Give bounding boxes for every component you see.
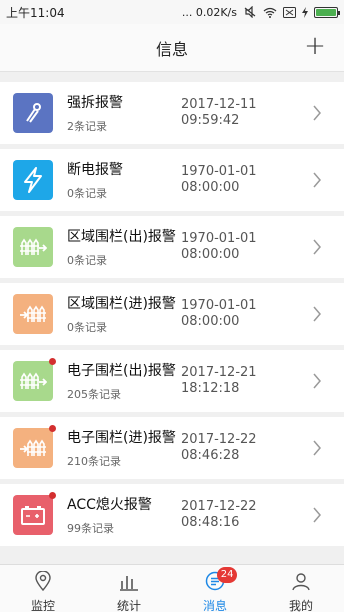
add-button[interactable]: +	[300, 32, 330, 62]
alert-clock: 09:59:42	[181, 113, 240, 128]
alert-time: 2017-12-11 09:59:42	[181, 97, 301, 129]
alert-date: 2017-12-21	[181, 365, 257, 380]
tab-2[interactable]: 消息 24	[172, 565, 258, 612]
alert-texts: 断电报警 0条记录	[67, 159, 179, 201]
alert-icon-wrap	[13, 425, 56, 468]
alert-icon-wrap	[13, 294, 53, 334]
alert-count: 0条记录	[67, 254, 107, 267]
page-title: 信息	[155, 39, 188, 59]
alert-count: 0条记录	[67, 187, 107, 200]
tab-label: 消息	[202, 599, 227, 612]
alert-icon-wrap	[13, 358, 56, 401]
alert-name: 断电报警	[67, 162, 123, 178]
alert-date: 2017-12-22	[181, 499, 257, 514]
pliers-icon	[13, 93, 53, 133]
alert-texts: ACC熄火报警 99条记录	[67, 494, 179, 536]
alert-item[interactable]: 区域围栏(出)报警 0条记录 1970-01-01 08:00:00	[0, 216, 344, 278]
alert-count: 99条记录	[67, 522, 114, 535]
unread-badge: 24	[216, 567, 238, 583]
alert-date: 2017-12-22	[181, 432, 257, 447]
fence-out-icon	[13, 227, 53, 267]
mute-icon	[244, 6, 256, 18]
charging-icon	[302, 6, 308, 18]
alert-list: 强拆报警 2条记录 2017-12-11 09:59:42 断电报警 0条记录 …	[0, 82, 344, 551]
alert-item[interactable]: 电子围栏(出)报警 205条记录 2017-12-21 18:12:18	[0, 350, 344, 412]
location-pin-icon	[34, 570, 52, 595]
tab-bar: 监控 统计 消息 24 我的	[0, 564, 344, 612]
alert-icon-wrap	[13, 160, 53, 200]
alert-time: 2017-12-21 18:12:18	[181, 365, 301, 397]
alert-time: 1970-01-01 08:00:00	[181, 231, 301, 263]
tab-label: 统计	[116, 599, 141, 612]
fence-in-icon	[13, 294, 53, 334]
lightning-icon	[13, 160, 53, 200]
status-icons: ... 0.02K/s	[181, 5, 340, 19]
tab-label: 监控	[30, 599, 55, 612]
unread-dot	[49, 492, 56, 499]
alert-name: 电子围栏(出)报警	[67, 363, 176, 379]
alert-icon-wrap	[13, 492, 56, 535]
unread-dot	[49, 358, 56, 365]
alert-time: 2017-12-22 08:46:28	[181, 432, 301, 464]
fence-out-icon	[13, 361, 53, 401]
tab-1[interactable]: 统计	[86, 565, 172, 612]
alert-date: 2017-12-11	[181, 97, 257, 112]
alert-name: 电子围栏(进)报警	[67, 430, 176, 446]
unread-dot	[49, 425, 56, 432]
bar-chart-icon	[119, 571, 139, 595]
alert-texts: 区域围栏(进)报警 0条记录	[67, 293, 179, 335]
battery-icon	[314, 6, 340, 18]
alert-name: 区域围栏(进)报警	[67, 296, 176, 312]
wifi-icon	[263, 7, 277, 18]
battery-icon	[13, 495, 53, 535]
alert-icon-wrap	[13, 93, 53, 133]
alert-texts: 强拆报警 2条记录	[67, 92, 179, 134]
alert-item[interactable]: 强拆报警 2条记录 2017-12-11 09:59:42	[0, 82, 344, 144]
chevron-right-icon	[313, 105, 321, 121]
alert-date: 1970-01-01	[181, 231, 257, 246]
fence-in-icon	[13, 428, 53, 468]
alert-icon-wrap	[13, 227, 53, 267]
chevron-right-icon	[313, 373, 321, 389]
chevron-right-icon	[313, 239, 321, 255]
alert-name: 区域围栏(出)报警	[67, 229, 176, 245]
alert-time: 1970-01-01 08:00:00	[181, 164, 301, 196]
network-speed: ... 0.02K/s	[181, 5, 237, 19]
alert-name: ACC熄火报警	[67, 497, 152, 513]
alert-clock: 18:12:18	[181, 381, 240, 396]
tab-label: 我的	[288, 599, 313, 612]
app-header: 信息 +	[0, 24, 344, 72]
alert-clock: 08:48:16	[181, 515, 240, 530]
alert-item[interactable]: 区域围栏(进)报警 0条记录 1970-01-01 08:00:00	[0, 283, 344, 345]
alert-count: 2条记录	[67, 120, 107, 133]
alert-clock: 08:00:00	[181, 180, 240, 195]
status-bar: 上午11:04 ... 0.02K/s	[0, 0, 344, 24]
chevron-right-icon	[313, 306, 321, 322]
alert-name: 强拆报警	[67, 95, 123, 111]
alert-texts: 电子围栏(出)报警 205条记录	[67, 360, 179, 402]
alert-clock: 08:00:00	[181, 247, 240, 262]
status-time: 上午11:04	[6, 5, 65, 20]
alert-texts: 电子围栏(进)报警 210条记录	[67, 427, 179, 469]
alert-item[interactable]: 电子围栏(进)报警 210条记录 2017-12-22 08:46:28	[0, 417, 344, 479]
tab-0[interactable]: 监控	[0, 565, 86, 612]
tab-3[interactable]: 我的	[258, 565, 344, 612]
alert-item[interactable]: ACC熄火报警 99条记录 2017-12-22 08:48:16	[0, 484, 344, 546]
alert-time: 1970-01-01 08:00:00	[181, 298, 301, 330]
alert-item[interactable]: 断电报警 0条记录 1970-01-01 08:00:00	[0, 149, 344, 211]
alert-date: 1970-01-01	[181, 164, 257, 179]
alert-clock: 08:00:00	[181, 314, 240, 329]
alert-texts: 区域围栏(出)报警 0条记录	[67, 226, 179, 268]
alert-time: 2017-12-22 08:48:16	[181, 499, 301, 531]
alert-count: 205条记录	[67, 388, 121, 401]
alert-date: 1970-01-01	[181, 298, 257, 313]
alert-clock: 08:46:28	[181, 448, 240, 463]
chevron-right-icon	[313, 440, 321, 456]
chevron-right-icon	[313, 507, 321, 523]
chevron-right-icon	[313, 172, 321, 188]
sim-icon	[283, 6, 296, 18]
user-icon	[291, 571, 311, 595]
alert-count: 0条记录	[67, 321, 107, 334]
alert-count: 210条记录	[67, 455, 121, 468]
